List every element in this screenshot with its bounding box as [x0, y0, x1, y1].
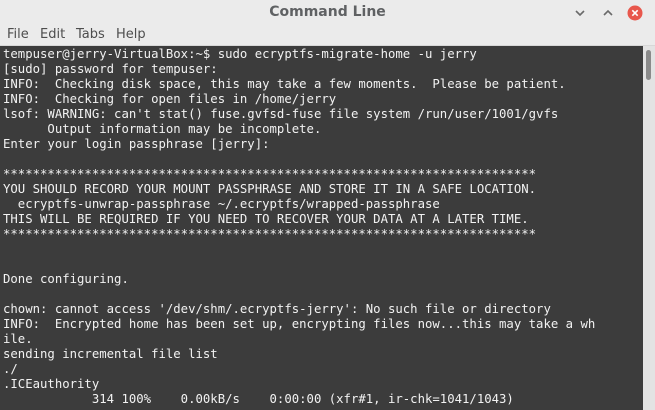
terminal-line: YOU SHOULD RECORD YOUR MOUNT PASSPHRASE … — [3, 182, 537, 196]
minimize-button[interactable] — [572, 5, 588, 21]
terminal-line: ile. — [3, 332, 33, 346]
terminal-line: .ICEauthority — [3, 377, 100, 391]
terminal-line: THIS WILL BE REQUIRED IF YOU NEED TO REC… — [3, 212, 529, 226]
terminal-line: 314 100% 0.00kB/s 0:00:00 (xfr#1, ir-chk… — [3, 392, 514, 406]
terminal-line: ****************************************… — [3, 227, 537, 241]
terminal-line: Done configuring. — [3, 272, 129, 286]
terminal-line: ecryptfs-unwrap-passphrase ~/.ecryptfs/w… — [3, 197, 440, 211]
scrollbar-thumb[interactable] — [646, 50, 651, 80]
terminal-line: tempuser@jerry-VirtualBox:~$ sudo ecrypt… — [3, 47, 477, 61]
menu-tabs[interactable]: Tabs — [76, 27, 105, 43]
terminal-line: chown: cannot access '/dev/shm/.ecryptfs… — [3, 302, 551, 316]
menu-help[interactable]: Help — [116, 27, 146, 43]
terminal-line: Output information may be incomplete. — [3, 122, 322, 136]
scrollbar[interactable] — [643, 46, 655, 410]
window-title: Command Line — [269, 4, 386, 20]
menu-bar: File Edit Tabs Help — [0, 26, 655, 46]
terminal-line: sending incremental file list — [3, 347, 218, 361]
maximize-button[interactable] — [600, 5, 616, 21]
terminal-output[interactable]: tempuser@jerry-VirtualBox:~$ sudo ecrypt… — [0, 46, 643, 410]
terminal-line: [sudo] password for tempuser: — [3, 62, 218, 76]
terminal-line: INFO: Encrypted home has been set up, en… — [3, 317, 596, 331]
close-icon — [627, 5, 643, 21]
chevron-down-icon — [575, 10, 585, 17]
title-bar[interactable]: Command Line — [0, 0, 655, 26]
menu-file[interactable]: File — [7, 27, 29, 43]
terminal-line: lsof: WARNING: can't stat() fuse.gvfsd-f… — [3, 107, 559, 121]
chevron-up-icon — [603, 9, 613, 16]
terminal-line: ****************************************… — [3, 167, 537, 181]
terminal-window: Command Line File Edit Tabs Help tempuse… — [0, 0, 655, 410]
menu-edit[interactable]: Edit — [40, 27, 65, 43]
terminal-line: INFO: Checking for open files in /home/j… — [3, 92, 337, 106]
terminal-line: ./ — [3, 362, 18, 376]
terminal-line: INFO: Checking disk space, this may take… — [3, 77, 566, 91]
terminal-line: Enter your login passphrase [jerry]: — [3, 137, 270, 151]
close-button[interactable] — [627, 5, 643, 21]
